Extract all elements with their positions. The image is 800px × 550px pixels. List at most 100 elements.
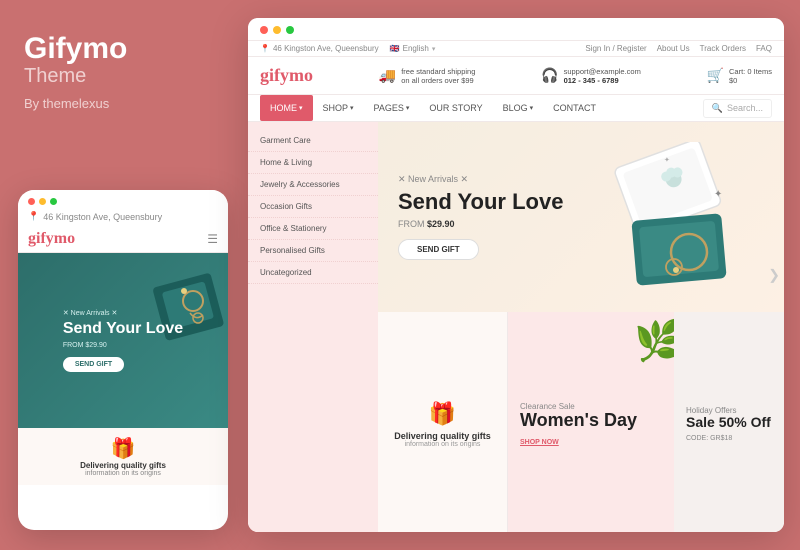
- mobile-dot-red: [28, 198, 35, 205]
- utility-bar: 📍 46 Kingston Ave, Queensbury 🇬🇧 English…: [248, 41, 784, 57]
- search-bar[interactable]: 🔍 Search...: [703, 99, 772, 118]
- holiday-code: CODE: GR$18: [686, 435, 732, 442]
- support-email: support@example.com: [564, 67, 641, 76]
- hamburger-icon[interactable]: ☰: [207, 232, 218, 246]
- nav-our-story[interactable]: OUR STORY: [419, 95, 492, 121]
- mobile-address: 46 Kingston Ave, Queensbury: [43, 212, 162, 222]
- gift-box-icon: 🎁: [429, 401, 456, 427]
- nav-shop[interactable]: SHOP ▾: [313, 95, 364, 121]
- sidebar-home-living[interactable]: Home & Living: [248, 152, 378, 174]
- mobile-dot-green: [50, 198, 57, 205]
- blog-dropdown-icon: ▾: [530, 104, 534, 112]
- quality-title: Delivering quality gifts: [394, 431, 491, 441]
- mobile-from-price: FROM $29.90: [63, 342, 183, 349]
- womens-panel: Clearance Sale Women's Day SHOP NOW 🌿: [508, 312, 674, 532]
- svg-text:✦: ✦: [664, 156, 670, 164]
- desktop-top-dots: [248, 18, 784, 41]
- mobile-hero: ✕ New Arrivals ✕ Send Your Love FROM $29…: [18, 253, 228, 428]
- support-text: support@example.com 012 - 345 - 6789: [564, 67, 641, 85]
- brand-subtitle: Theme: [24, 65, 86, 88]
- mobile-quality-sub: information on its origins: [28, 470, 218, 477]
- desktop-mockup: 📍 46 Kingston Ave, Queensbury 🇬🇧 English…: [248, 18, 784, 532]
- womens-flower-image: 🌿: [634, 317, 674, 364]
- quality-subtitle: information on its origins: [405, 441, 481, 448]
- mobile-hero-text: ✕ New Arrivals ✕ Send Your Love FROM $29…: [49, 299, 197, 381]
- location-icon: 📍: [28, 211, 39, 222]
- pages-dropdown-icon: ▾: [406, 104, 410, 112]
- right-content: ✕ New Arrivals ✕ Send Your Love FROM $29…: [378, 122, 784, 532]
- site-logo[interactable]: gifymo: [260, 65, 313, 86]
- utility-language: English: [403, 44, 429, 53]
- desk-dot-yellow: [273, 26, 281, 34]
- left-panel: Gifymo Theme By themelexus 📍 46 Kingston…: [0, 0, 248, 550]
- jewelry-svg: ✦ ✦: [614, 142, 754, 302]
- support-phone: 012 - 345 - 6789: [564, 76, 641, 85]
- nav-bar: HOME ▾ SHOP ▾ PAGES ▾ OUR STORY BLOG ▾ C…: [248, 95, 784, 122]
- main-content: Garment Care Home & Living Jewelry & Acc…: [248, 122, 784, 532]
- next-panel-arrow[interactable]: ❯: [768, 267, 780, 284]
- about-us-link[interactable]: About Us: [657, 44, 690, 53]
- sidebar-personalised[interactable]: Personalised Gifts: [248, 240, 378, 262]
- hero-from: FROM $29.90: [398, 219, 563, 229]
- utility-right: Sign In / Register About Us Track Orders…: [585, 44, 772, 53]
- nav-pages[interactable]: PAGES ▾: [364, 95, 420, 121]
- nav-blog[interactable]: BLOG ▾: [493, 95, 544, 121]
- send-gift-button[interactable]: SEND GIFT: [398, 239, 479, 260]
- brand-by: By themelexus: [24, 96, 109, 111]
- location-icon: 📍: [260, 44, 270, 53]
- truck-icon: 🚚: [379, 67, 396, 84]
- track-orders-link[interactable]: Track Orders: [700, 44, 746, 53]
- utility-address: 46 Kingston Ave, Queensbury: [273, 44, 379, 53]
- mobile-send-love: Send Your Love: [63, 319, 183, 338]
- cart-text: Cart: 0 Items $0: [729, 67, 772, 85]
- support-info: 🎧 support@example.com 012 - 345 - 6789: [541, 67, 641, 85]
- shop-now-button[interactable]: SHOP NOW: [520, 439, 559, 446]
- mobile-mockup: 📍 46 Kingston Ave, Queensbury gifymo ☰ ✕…: [18, 190, 228, 530]
- mobile-quality-title: Delivering quality gifts: [28, 461, 218, 470]
- mobile-logo: gifymo: [28, 230, 75, 248]
- search-icon: 🔍: [712, 103, 723, 114]
- home-dropdown-icon: ▾: [299, 104, 303, 112]
- sidebar-uncategorized[interactable]: Uncategorized: [248, 262, 378, 284]
- cart-info[interactable]: 🛒 Cart: 0 Items $0: [707, 67, 772, 85]
- sidebar-garment-care[interactable]: Garment Care: [248, 130, 378, 152]
- gift-icon: 🎁: [28, 436, 218, 461]
- shop-dropdown-icon: ▾: [350, 104, 354, 112]
- shipping-text: free standard shipping on all orders ove…: [401, 67, 475, 85]
- sign-in-link[interactable]: Sign In / Register: [585, 44, 646, 53]
- nav-home[interactable]: HOME ▾: [260, 95, 313, 121]
- mobile-address-bar: 📍 46 Kingston Ave, Queensbury: [18, 209, 228, 226]
- cart-label: Cart: 0 Items: [729, 67, 772, 76]
- sidebar-office[interactable]: Office & Stationery: [248, 218, 378, 240]
- hero-banner: ✕ New Arrivals ✕ Send Your Love FROM $29…: [378, 122, 784, 312]
- mobile-new-arrivals: ✕ New Arrivals ✕: [63, 309, 183, 317]
- nav-contact[interactable]: CONTACT: [543, 95, 606, 121]
- sidebar-occasion-gifts[interactable]: Occasion Gifts: [248, 196, 378, 218]
- mobile-send-gift-button[interactable]: SEND GIFT: [63, 357, 124, 372]
- brand-name: Gifymo: [24, 32, 127, 65]
- hero-new-arrivals: ✕ New Arrivals ✕: [398, 174, 563, 185]
- cart-total: $0: [729, 76, 772, 85]
- sidebar-jewelry[interactable]: Jewelry & Accessories: [248, 174, 378, 196]
- language-flag: 🇬🇧: [390, 44, 400, 53]
- mobile-top-bar: [18, 190, 228, 209]
- hero-jewelry-image: ✦ ✦: [614, 142, 754, 302]
- mobile-dot-yellow: [39, 198, 46, 205]
- hero-text: ✕ New Arrivals ✕ Send Your Love FROM $29…: [378, 154, 583, 280]
- womens-title: Women's Day: [520, 411, 637, 431]
- svg-text:✦: ✦: [714, 189, 722, 200]
- faq-link[interactable]: FAQ: [756, 44, 772, 53]
- desk-dot-green: [286, 26, 294, 34]
- desk-dot-red: [260, 26, 268, 34]
- shipping-sub: on all orders over $99: [401, 76, 475, 85]
- cart-icon: 🛒: [707, 67, 724, 84]
- sidebar: Garment Care Home & Living Jewelry & Acc…: [248, 122, 378, 532]
- bottom-panels: 🎁 Delivering quality gifts information o…: [378, 312, 784, 532]
- hero-title: Send Your Love: [398, 189, 563, 215]
- headphone-icon: 🎧: [541, 67, 558, 84]
- quality-panel: 🎁 Delivering quality gifts information o…: [378, 312, 508, 532]
- search-placeholder: Search...: [727, 103, 763, 113]
- holiday-panel: Holiday Offers Sale 50% Off CODE: GR$18: [674, 312, 784, 532]
- site-header: gifymo 🚚 free standard shipping on all o…: [248, 57, 784, 95]
- shipping-label: free standard shipping: [401, 67, 475, 76]
